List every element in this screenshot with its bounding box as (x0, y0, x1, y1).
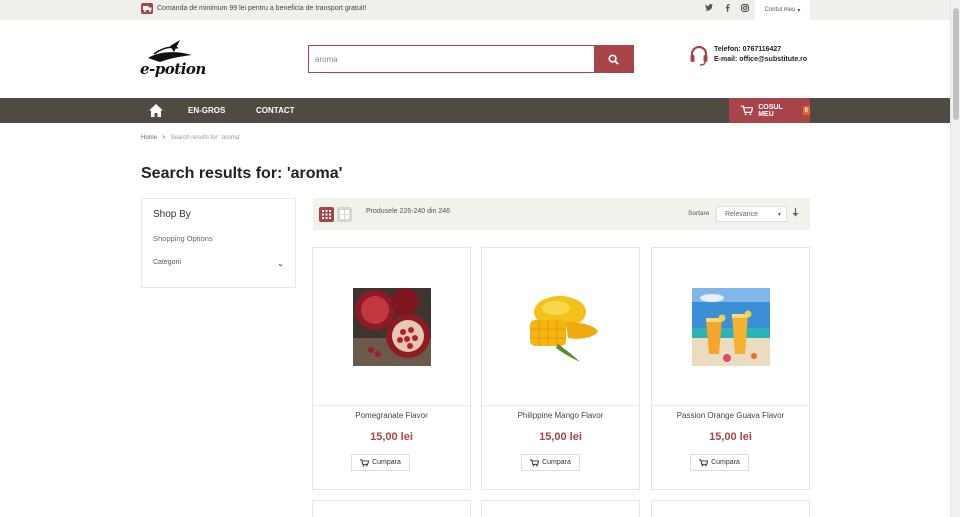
instagram-icon[interactable] (741, 4, 749, 14)
large-grid-view-button[interactable] (337, 207, 352, 222)
phone-label: Telefon: (714, 46, 741, 53)
scrollbar-thumb[interactable] (953, 8, 959, 120)
sort-direction-icon[interactable] (792, 208, 799, 219)
sort-select[interactable]: Relevance ▾ (716, 206, 787, 222)
cart-button[interactable]: COSUL MEU 0 (729, 98, 810, 123)
product-image-pomegranate[interactable] (353, 288, 431, 366)
product-card[interactable] (481, 500, 640, 517)
product-card[interactable]: Philippine Mango Flavor 15,00 lei Cumpar… (481, 247, 640, 490)
breadcrumb-home[interactable]: Home (141, 135, 157, 141)
nav-item-contact[interactable]: CONTACT (256, 106, 295, 115)
phone-line: Telefon: 0767116427 (714, 45, 807, 55)
product-price: 15,00 lei (709, 431, 752, 443)
cart-icon (360, 458, 370, 467)
home-icon[interactable] (149, 104, 163, 117)
filter-sidebar: Shop By Shopping Options Categorii ⌄ (141, 198, 296, 288)
facebook-icon[interactable] (723, 4, 731, 14)
email-line: E-mail: office@substitute.ro (714, 55, 807, 65)
nav-item-en-gros[interactable]: EN-GROS (188, 106, 225, 115)
sort-value: Relevance (725, 210, 759, 218)
card-divider (652, 405, 809, 406)
cart-icon (530, 458, 540, 467)
product-card[interactable] (651, 500, 810, 517)
card-divider (313, 405, 470, 406)
sort-label: Sortare (688, 210, 710, 217)
add-to-cart-button[interactable]: Cumpara (690, 454, 749, 471)
add-to-cart-label: Cumpara (711, 459, 740, 466)
card-divider (482, 405, 639, 406)
product-count: Produsele 226-240 din 246 (366, 208, 451, 215)
breadcrumb: Home > Search results for: 'aroma' (141, 135, 240, 141)
add-to-cart-label: Cumpara (542, 459, 571, 466)
grid-view-button[interactable] (319, 207, 334, 222)
chevron-down-icon[interactable]: ⌄ (277, 259, 284, 268)
cart-label: COSUL MEU (758, 103, 783, 118)
account-menu[interactable]: Contul meu ▾ (755, 0, 810, 20)
add-to-cart-button[interactable]: Cumpara (521, 454, 580, 471)
cart-icon (699, 458, 709, 467)
email-label: E-mail: (714, 56, 738, 63)
product-card[interactable]: Passion Orange Guava Flavor 15,00 lei Cu… (651, 247, 810, 490)
product-name[interactable]: Passion Orange Guava Flavor (652, 411, 809, 420)
logo-text: e-potion (140, 60, 206, 78)
email-address[interactable]: office@substitute.ro (739, 56, 807, 63)
main-nav: EN-GROS CONTACT COSUL MEU 0 (0, 98, 950, 123)
shipping-notice: Comanda de minimum 99 lei pentru a benef… (141, 3, 366, 14)
product-image-mango[interactable] (522, 288, 600, 366)
chevron-down-icon: ▾ (797, 7, 801, 14)
top-bar: Comanda de minimum 99 lei pentru a benef… (0, 0, 950, 20)
headset-icon (690, 45, 708, 66)
sidebar-title: Shop By (153, 209, 191, 220)
contact-info: Telefon: 0767116427 E-mail: office@subst… (689, 45, 807, 67)
filter-categorii[interactable]: Categorii (153, 259, 181, 266)
site-header: e-potion Telefon: 0767116427 E-mail: off… (0, 20, 950, 98)
search-input[interactable] (309, 46, 594, 72)
product-price: 15,00 lei (539, 431, 582, 443)
breadcrumb-current: Search results for: 'aroma' (170, 135, 241, 141)
cart-icon (741, 105, 754, 116)
search-icon (608, 53, 619, 65)
product-name[interactable]: Pomegranate Flavor (313, 411, 470, 420)
chevron-down-icon: ▾ (777, 211, 781, 218)
product-card[interactable] (312, 500, 471, 517)
search-bar (308, 45, 634, 73)
truck-icon (141, 3, 153, 14)
twitter-icon[interactable] (705, 4, 713, 14)
shopping-options-label: Shopping Options (153, 234, 213, 243)
product-image-passion-orange-guava[interactable] (692, 288, 770, 366)
page-scrollbar[interactable] (950, 0, 960, 517)
product-card[interactable]: Pomegranate Flavor 15,00 lei Cumpara (312, 247, 471, 490)
breadcrumb-separator: > (162, 135, 166, 141)
large-grid-icon (340, 210, 349, 219)
product-name[interactable]: Philippine Mango Flavor (482, 411, 639, 420)
account-label: Contul meu (764, 7, 796, 13)
search-button[interactable] (594, 46, 633, 72)
page-title: Search results for: 'aroma' (141, 165, 343, 182)
product-price: 15,00 lei (370, 431, 413, 443)
add-to-cart-label: Cumpara (372, 459, 401, 466)
products-toolbar: Produsele 226-240 din 246 Sortare Releva… (313, 198, 810, 230)
shipping-notice-text: Comanda de minimum 99 lei pentru a benef… (157, 5, 367, 12)
phone-number[interactable]: 0767116427 (743, 46, 782, 53)
add-to-cart-button[interactable]: Cumpara (351, 454, 410, 471)
social-links (705, 4, 749, 14)
grid-icon (322, 210, 331, 219)
cart-count-badge: 0 (802, 106, 810, 115)
